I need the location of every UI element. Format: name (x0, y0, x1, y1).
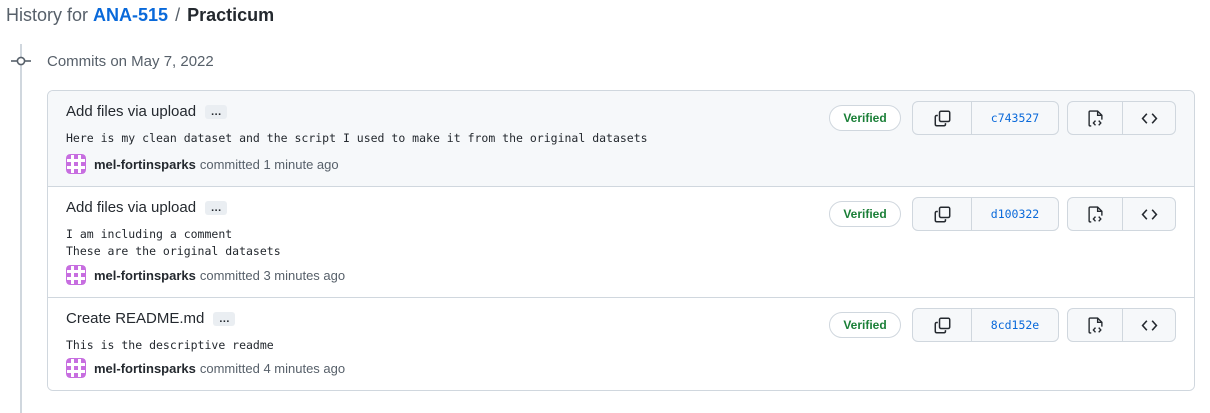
commit-title-wrap: Add files via upload … (66, 199, 228, 217)
browse-repo-at-commit-button[interactable] (1068, 198, 1122, 230)
commit-sha-link[interactable]: d100322 (971, 198, 1058, 230)
browse-repo-at-commit-button[interactable] (1068, 309, 1122, 341)
copy-sha-button[interactable] (913, 198, 971, 230)
browse-button-group (1067, 197, 1176, 231)
commit-message: Here is my clean dataset and the script … (66, 131, 648, 145)
expand-message-button[interactable]: … (205, 105, 228, 119)
commit-title-link[interactable]: Add files via upload (66, 103, 196, 121)
file-code-icon (1087, 316, 1103, 334)
commit-title-link[interactable]: Create README.md (66, 310, 204, 328)
commit-author-link[interactable]: mel-fortinsparks (94, 157, 196, 172)
browse-button-group (1067, 101, 1176, 135)
commit-meta: mel-fortinsparks committed 4 minutes ago (66, 358, 345, 378)
path-name: Practicum (187, 5, 275, 25)
commit-sha-link[interactable]: c743527 (971, 102, 1058, 134)
commit-row: Add files via upload … Here is my clean … (48, 91, 1194, 186)
copy-icon (934, 110, 950, 126)
verified-badge[interactable]: Verified (829, 312, 901, 338)
commit-author-link[interactable]: mel-fortinsparks (94, 361, 196, 376)
expand-message-button[interactable]: … (205, 201, 228, 215)
code-icon (1141, 319, 1157, 331)
timeline-line (20, 44, 22, 413)
view-code-button[interactable] (1122, 102, 1175, 134)
identicon-avatar[interactable] (66, 265, 86, 285)
page-header: History for ANA-515 / Practicum (6, 4, 274, 26)
commit-time: committed 4 minutes ago (199, 360, 346, 376)
path-separator: / (175, 5, 181, 25)
view-code-button[interactable] (1122, 309, 1175, 341)
commit-sha-link[interactable]: 8cd152e (971, 309, 1058, 341)
verified-badge[interactable]: Verified (829, 201, 901, 227)
commit-time: committed 3 minutes ago (199, 267, 346, 283)
history-prefix: History for (6, 5, 89, 25)
expand-message-button[interactable]: … (213, 312, 236, 326)
sha-button-group: 8cd152e (912, 308, 1059, 342)
commit-author-link[interactable]: mel-fortinsparks (94, 268, 196, 283)
identicon-avatar[interactable] (66, 358, 86, 378)
browse-repo-at-commit-button[interactable] (1068, 102, 1122, 134)
commit-row: Add files via upload … I am including a … (48, 186, 1194, 297)
copy-sha-button[interactable] (913, 309, 971, 341)
browse-button-group (1067, 308, 1176, 342)
commit-meta: mel-fortinsparks committed 1 minute ago (66, 154, 339, 174)
file-code-icon (1087, 205, 1103, 223)
commit-list: Add files via upload … Here is my clean … (47, 90, 1195, 391)
commit-time: committed 1 minute ago (199, 156, 339, 172)
verified-badge[interactable]: Verified (829, 105, 901, 131)
code-icon (1141, 208, 1157, 220)
commit-title-wrap: Add files via upload … (66, 103, 228, 121)
copy-icon (934, 317, 950, 333)
commits-date-heading: Commits on May 7, 2022 (47, 53, 214, 70)
identicon-avatar[interactable] (66, 154, 86, 174)
copy-sha-button[interactable] (913, 102, 971, 134)
commit-message: I am including a comment These are the o… (66, 227, 281, 258)
file-code-icon (1087, 109, 1103, 127)
commit-title-link[interactable]: Add files via upload (66, 199, 196, 217)
commit-title-wrap: Create README.md … (66, 310, 236, 328)
git-commit-icon (11, 56, 31, 66)
view-code-button[interactable] (1122, 198, 1175, 230)
repo-link[interactable]: ANA-515 (93, 5, 168, 25)
code-icon (1141, 112, 1157, 124)
commit-meta: mel-fortinsparks committed 3 minutes ago (66, 265, 345, 285)
commit-row: Create README.md … This is the descripti… (48, 297, 1194, 390)
sha-button-group: c743527 (912, 101, 1059, 135)
copy-icon (934, 206, 950, 222)
commit-message: This is the descriptive readme (66, 338, 274, 352)
sha-button-group: d100322 (912, 197, 1059, 231)
